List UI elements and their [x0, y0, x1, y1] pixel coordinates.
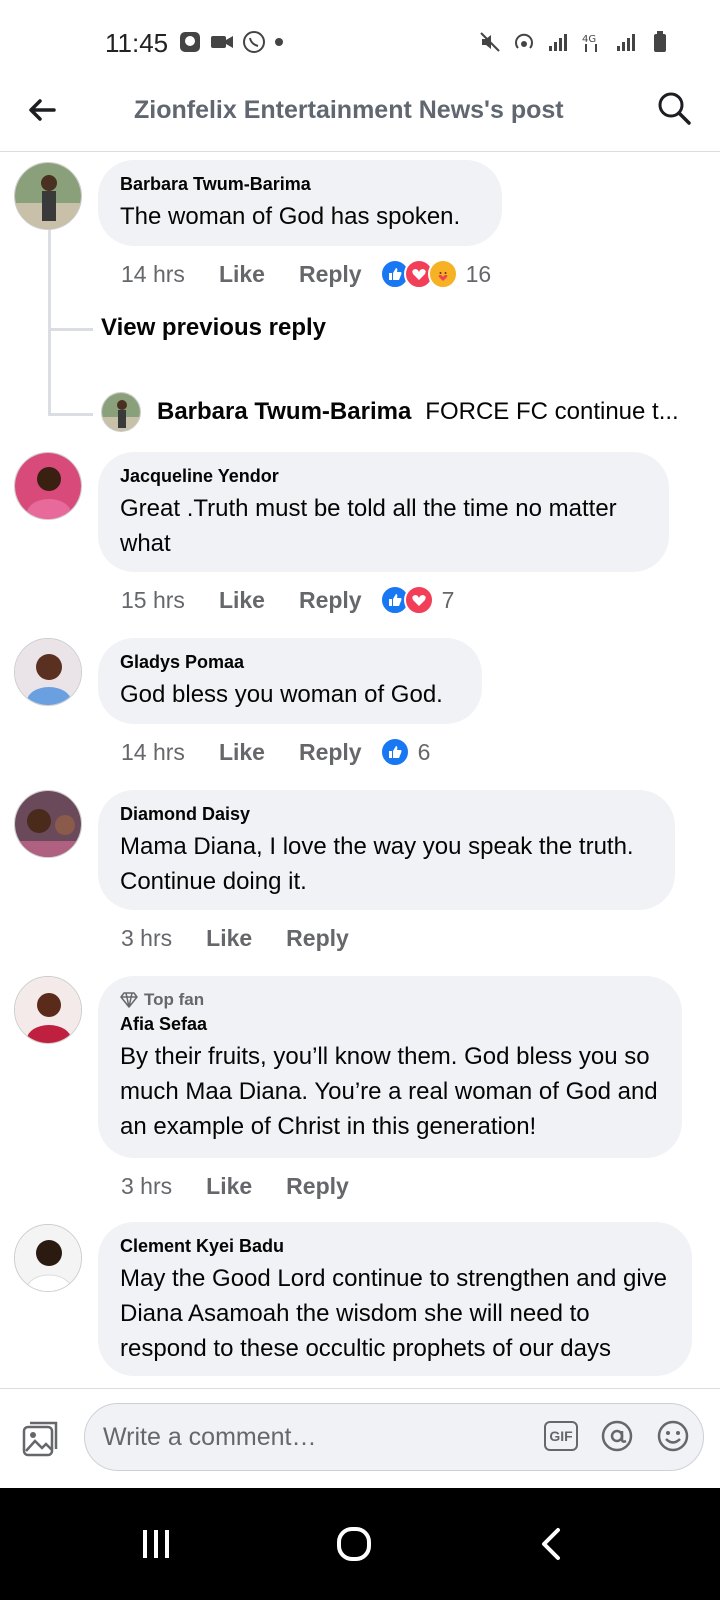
- comment-actions: 3 hrs Like Reply: [121, 1168, 367, 1204]
- gif-button[interactable]: GIF: [544, 1421, 578, 1451]
- reactions[interactable]: 6: [379, 737, 431, 767]
- comment-author[interactable]: Barbara Twum-Barima: [120, 174, 480, 195]
- avatar[interactable]: [14, 976, 82, 1044]
- app-notification-icon: [180, 32, 200, 52]
- comment-bubble[interactable]: Diamond Daisy Mama Diana, I love the way…: [98, 790, 675, 910]
- recent-apps-icon[interactable]: [136, 1524, 176, 1564]
- top-fan-badge: Top fan: [120, 990, 660, 1010]
- comment-composer: GIF: [0, 1388, 720, 1488]
- dot-icon: [275, 38, 283, 46]
- reply-button[interactable]: Reply: [299, 261, 362, 288]
- video-camera-icon: [211, 36, 233, 48]
- composer-actions: GIF: [544, 1419, 690, 1453]
- thread-line-branch-2: [48, 413, 93, 416]
- reactions[interactable]: 7: [379, 585, 455, 615]
- emoji-icon[interactable]: [656, 1419, 690, 1453]
- comment-text: Great .Truth must be told all the time n…: [120, 495, 617, 557]
- app-bar: Zionfelix Entertainment News's post: [0, 74, 720, 152]
- comment-actions: 3 hrs Like Reply: [121, 920, 367, 956]
- signal-icon: [549, 34, 567, 51]
- view-previous-reply-link[interactable]: View previous reply: [101, 314, 326, 342]
- comment-time[interactable]: 14 hrs: [121, 261, 185, 288]
- avatar[interactable]: [14, 452, 82, 520]
- battery-icon: [654, 31, 666, 52]
- like-button[interactable]: Like: [219, 739, 265, 766]
- comment-text: May the Good Lord continue to strengthen…: [120, 1265, 668, 1362]
- avatar[interactable]: [101, 392, 141, 432]
- status-time: 11:45: [105, 28, 169, 58]
- like-button[interactable]: Like: [219, 261, 265, 288]
- avatar[interactable]: [14, 638, 82, 706]
- comment-actions: 15 hrs Like Reply 7: [121, 582, 454, 618]
- signal-2-icon: [617, 34, 635, 51]
- reply-button[interactable]: Reply: [299, 587, 362, 614]
- latest-reply[interactable]: Barbara Twum-Barima FORCE FC continue t.…: [101, 392, 701, 432]
- thread-line-branch-1: [48, 328, 93, 331]
- reaction-count: 7: [441, 586, 455, 613]
- comment-text: Mama Diana, I love the way you speak the…: [120, 833, 634, 895]
- comment-bubble[interactable]: Gladys Pomaa God bless you woman of God.: [98, 638, 482, 724]
- notification-icons: [178, 30, 284, 54]
- at-mention-icon[interactable]: [600, 1419, 634, 1453]
- reply-author[interactable]: Barbara Twum-Barima: [157, 398, 411, 426]
- like-button[interactable]: Like: [219, 587, 265, 614]
- comment-author[interactable]: Clement Kyei Badu: [120, 1236, 670, 1257]
- reaction-count: 16: [465, 260, 492, 287]
- page-title: Zionfelix Entertainment News's post: [134, 96, 564, 124]
- top-fan-label: Top fan: [144, 990, 205, 1009]
- photo-icon[interactable]: [20, 1419, 60, 1459]
- avatar[interactable]: [14, 790, 82, 858]
- like-button[interactable]: Like: [206, 1173, 252, 1200]
- back-arrow-icon[interactable]: [22, 90, 62, 130]
- like-button[interactable]: Like: [206, 925, 252, 952]
- reaction-count: 6: [417, 738, 431, 765]
- system-icons: 4G: [478, 30, 672, 54]
- comment-bubble[interactable]: Top fan Afia Sefaa By their fruits, you’…: [98, 976, 682, 1158]
- network-4g-icon: 4G: [582, 34, 597, 52]
- comment-actions: 14 hrs Like Reply 16: [121, 256, 491, 292]
- comment-time[interactable]: 3 hrs: [121, 1173, 172, 1200]
- reply-button[interactable]: Reply: [286, 1173, 349, 1200]
- home-icon[interactable]: [334, 1524, 374, 1564]
- avatar[interactable]: [14, 1224, 82, 1292]
- avatar[interactable]: [14, 162, 82, 230]
- reply-text: FORCE FC continue t...: [425, 398, 679, 425]
- comment-time[interactable]: 14 hrs: [121, 739, 185, 766]
- like-reaction-icon: [379, 737, 410, 767]
- svg-text:4G: 4G: [582, 34, 596, 45]
- comment-bubble[interactable]: Jacqueline Yendor Great .Truth must be t…: [98, 452, 669, 572]
- comment-time[interactable]: 15 hrs: [121, 587, 185, 614]
- comment-actions: 14 hrs Like Reply 6: [121, 734, 430, 770]
- search-icon[interactable]: [654, 88, 694, 128]
- diamond-icon: [120, 992, 138, 1008]
- care-reaction-icon: [427, 259, 458, 289]
- comment-text: God bless you woman of God.: [120, 681, 443, 708]
- system-nav-bar: [0, 1488, 720, 1600]
- mute-icon: [480, 32, 500, 52]
- reply-button[interactable]: Reply: [286, 925, 349, 952]
- comment-author[interactable]: Afia Sefaa: [120, 1014, 660, 1035]
- comment-time[interactable]: 3 hrs: [121, 925, 172, 952]
- comment-author[interactable]: Gladys Pomaa: [120, 652, 460, 673]
- comment-text: By their fruits, you’ll know them. God b…: [120, 1043, 658, 1140]
- whatsapp-icon: [243, 31, 265, 53]
- comment-bubble[interactable]: Clement Kyei Badu May the Good Lord cont…: [98, 1222, 692, 1376]
- comment-text: The woman of God has spoken.: [120, 203, 461, 230]
- reply-button[interactable]: Reply: [299, 739, 362, 766]
- back-icon[interactable]: [532, 1524, 572, 1564]
- comment-author[interactable]: Diamond Daisy: [120, 804, 653, 825]
- comment-bubble[interactable]: Barbara Twum-Barima The woman of God has…: [98, 160, 502, 246]
- hotspot-icon: [515, 33, 533, 49]
- love-reaction-icon: [403, 585, 434, 615]
- comment-author[interactable]: Jacqueline Yendor: [120, 466, 647, 487]
- thread-line-vertical: [48, 228, 51, 416]
- reactions[interactable]: 16: [379, 259, 492, 289]
